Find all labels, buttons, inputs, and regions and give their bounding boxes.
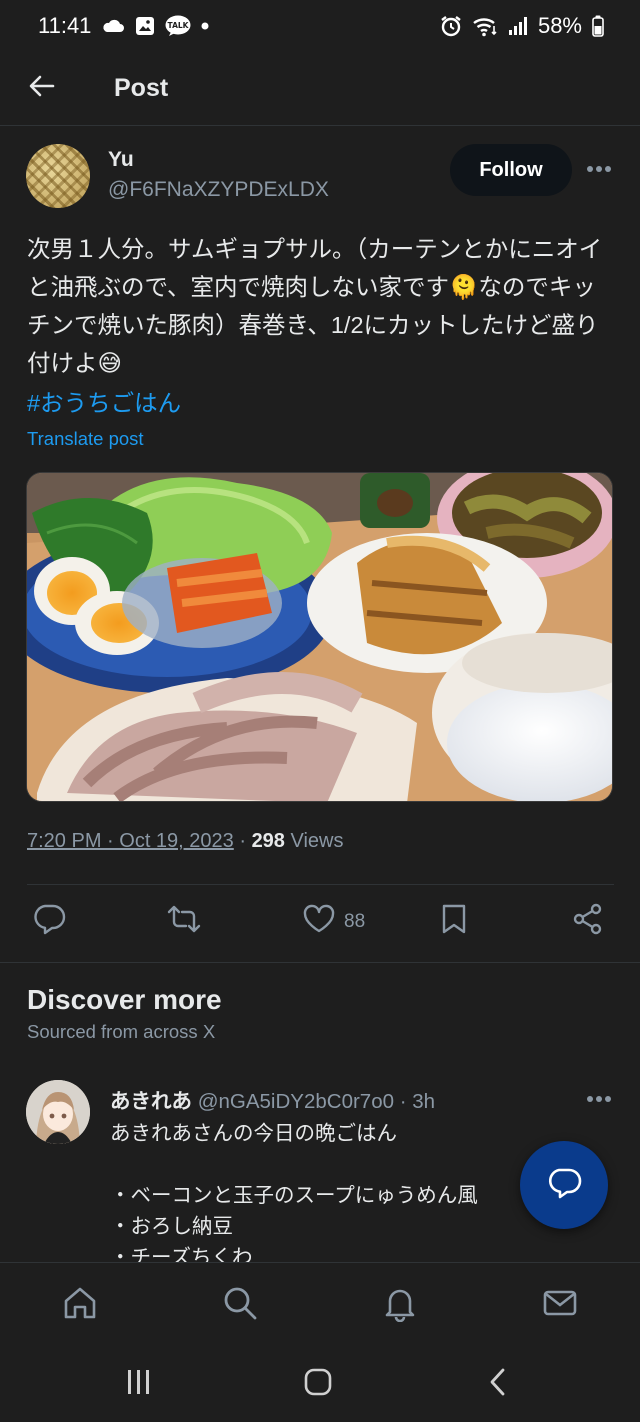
reply-line: あきれあさんの今日の晩ごはん: [110, 1122, 397, 1145]
post-text: 次男１人分。サムギョプサル。（カーテンとかにニオイと油飛ぶので、室内で焼肉しない…: [27, 236, 603, 376]
home-icon: [61, 1284, 99, 1327]
recents-icon: [125, 1369, 153, 1400]
reply-author-name[interactable]: あきれあ: [110, 1090, 192, 1113]
reply-author-handle[interactable]: @nGA5iDY2bC0r7o0: [198, 1090, 394, 1113]
post-timestamp[interactable]: 7:20 PM · Oct 19, 2023: [27, 830, 234, 852]
like-count: 88: [344, 911, 366, 932]
section-divider: [0, 962, 640, 963]
wifi-icon: [472, 15, 498, 37]
repost-button[interactable]: [166, 900, 202, 944]
search-icon: [221, 1284, 259, 1327]
recommended-post-header: あきれあ @nGA5iDY2bC0r7o0 · 3h: [110, 1084, 435, 1114]
back-chevron-icon: [487, 1367, 509, 1402]
nav-messages[interactable]: [538, 1283, 582, 1327]
bookmark-icon: [440, 903, 468, 941]
bell-icon: [381, 1284, 419, 1327]
top-app-bar: Post: [0, 52, 640, 126]
discover-subtitle: Sourced from across X: [27, 1021, 216, 1042]
dot-icon: [201, 22, 209, 30]
talk-icon: TALK: [165, 15, 191, 37]
nav-home[interactable]: [58, 1283, 102, 1327]
post-image[interactable]: [26, 472, 613, 802]
share-icon: [572, 903, 604, 941]
reply-time[interactable]: 3h: [412, 1090, 435, 1113]
author-name[interactable]: Yu: [108, 148, 134, 172]
compose-reply-icon: [546, 1166, 582, 1205]
bookmark-button[interactable]: [440, 900, 468, 944]
reply-line: ・チーズちくわ: [110, 1246, 253, 1263]
home-circle-icon: [303, 1367, 333, 1402]
talk-badge-text: TALK: [168, 21, 190, 30]
arrow-left-icon: [29, 75, 55, 102]
signal-icon: [508, 16, 528, 36]
reply-dot: ·: [394, 1090, 413, 1113]
gallery-icon: [135, 16, 155, 36]
post-meta: 7:20 PM · Oct 19, 2023 · 298 Views: [27, 830, 343, 853]
reply-button[interactable]: [32, 900, 66, 944]
post-author: Yu @F6FNaXZYPDExLDX Follow: [26, 142, 616, 214]
compose-reply-button[interactable]: [520, 1141, 608, 1229]
nav-search[interactable]: [218, 1283, 262, 1327]
views-label: Views: [284, 830, 344, 852]
more-dots-icon: [586, 1090, 612, 1108]
mail-icon: [541, 1284, 579, 1327]
author-handle[interactable]: @F6FNaXZYPDExLDX: [108, 178, 329, 202]
system-navigation: [0, 1344, 640, 1422]
status-bar: 11:41 TALK 58%: [0, 0, 640, 52]
repost-icon: [166, 903, 202, 941]
clock: 11:41: [38, 13, 92, 38]
meta-separator: ·: [233, 830, 252, 852]
like-button[interactable]: 88: [302, 900, 365, 944]
reply-icon: [32, 903, 66, 941]
more-dots-icon: [586, 160, 612, 178]
translate-post-link[interactable]: Translate post: [27, 428, 144, 450]
battery-icon: [592, 15, 604, 37]
cloud-icon: [101, 18, 125, 34]
home-button[interactable]: [296, 1366, 340, 1402]
bottom-navigation: [0, 1262, 640, 1344]
avatar[interactable]: [26, 1080, 90, 1144]
views-count: 298: [251, 830, 285, 852]
discover-title: Discover more: [27, 984, 222, 1015]
heart-icon: [302, 904, 336, 940]
divider: [27, 884, 614, 885]
hashtag-link[interactable]: #おうちごはん: [27, 384, 181, 418]
share-button[interactable]: [572, 900, 604, 944]
follow-button[interactable]: Follow: [450, 144, 572, 196]
battery-percent: 58%: [537, 13, 582, 38]
more-options-button[interactable]: [582, 154, 616, 184]
page-title: Post: [114, 74, 169, 102]
recents-button[interactable]: [117, 1366, 161, 1402]
system-back-button[interactable]: [476, 1366, 520, 1402]
back-button[interactable]: [2, 59, 82, 119]
nav-notifications[interactable]: [378, 1283, 422, 1327]
avatar[interactable]: [26, 144, 90, 208]
alarm-icon: [440, 15, 462, 37]
reply-more-button[interactable]: [582, 1086, 616, 1112]
post-actions: 88: [0, 892, 640, 956]
